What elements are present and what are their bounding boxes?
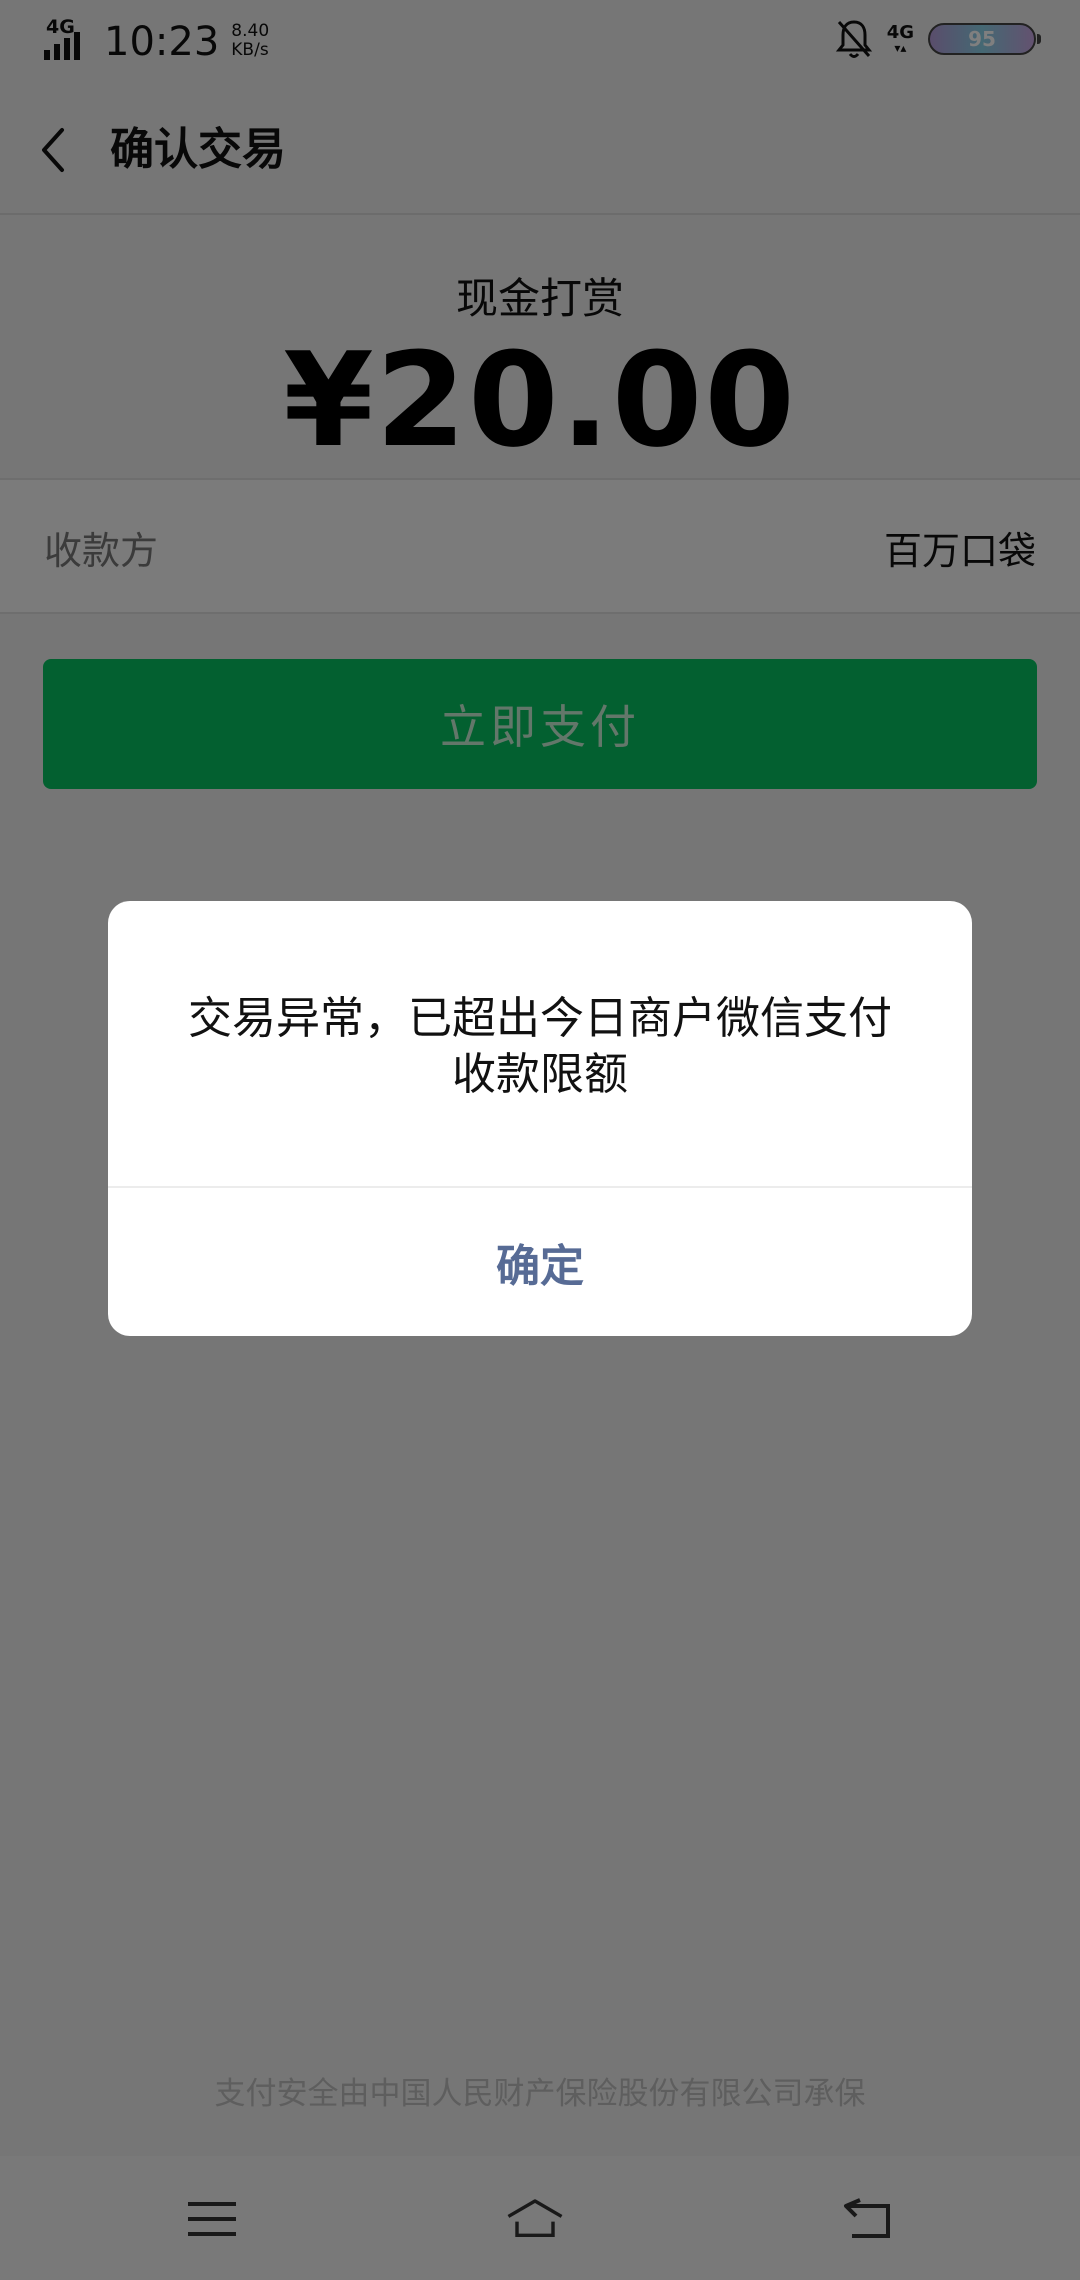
confirm-button[interactable]: 确定 — [108, 1188, 972, 1336]
confirm-transaction-page: 4G 10:23 8.40 KB/s 4G ▾▴ 95 — [0, 0, 1080, 2280]
error-dialog: 交易异常，已超出今日商户微信支付收款限额 确定 — [108, 901, 972, 1336]
dialog-message: 交易异常，已超出今日商户微信支付收款限额 — [188, 993, 892, 1100]
